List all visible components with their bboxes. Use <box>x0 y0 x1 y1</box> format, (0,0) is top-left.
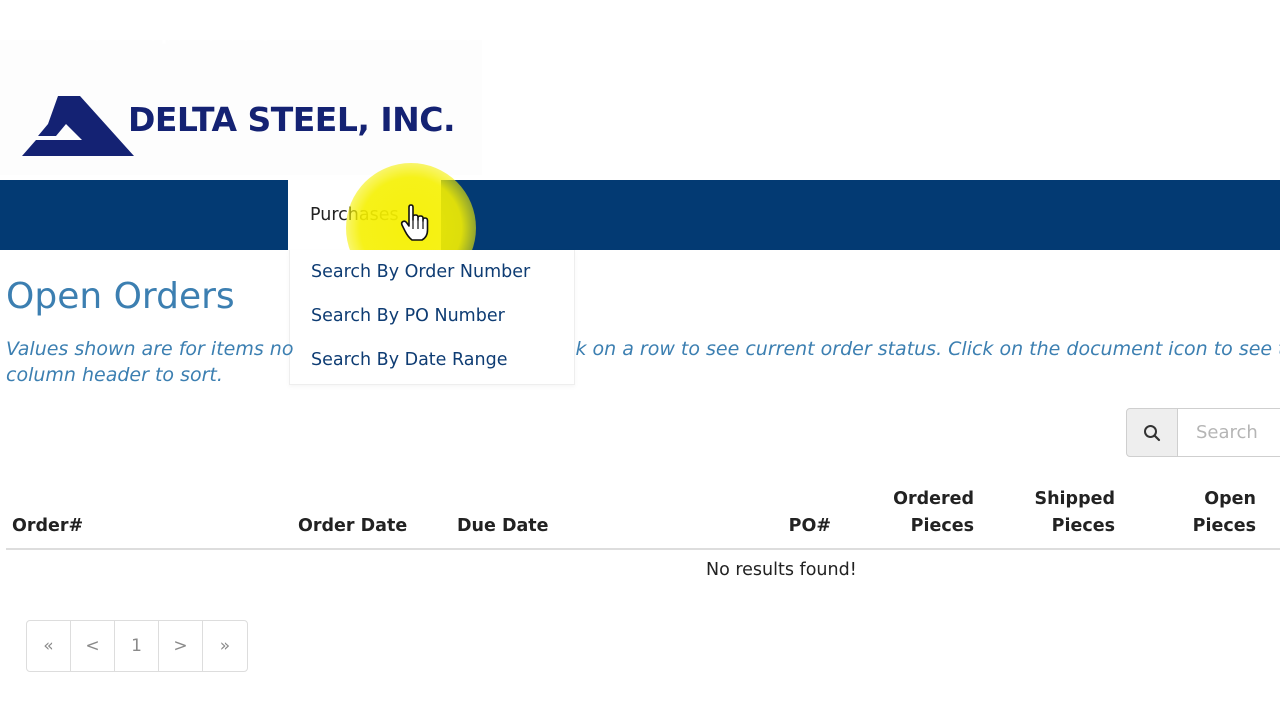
search-icon <box>1144 425 1161 442</box>
nav-leed[interactable]: LEED <box>718 0 779 70</box>
menu-item-search-by-po-number[interactable]: Search By PO Number <box>311 306 505 326</box>
nav-home[interactable]: Home <box>46 0 103 70</box>
column-header-order-number[interactable]: Order# <box>12 513 83 540</box>
brand-name[interactable]: DELTA STEEL, INC. <box>128 100 456 139</box>
column-header-order-date[interactable]: Order Date <box>298 513 407 540</box>
shipped-pieces-line2: Pieces <box>1051 516 1115 536</box>
shipped-pieces-line1: Shipped <box>1034 489 1115 509</box>
ordered-pieces-line2: Pieces <box>910 516 974 536</box>
nav-mtr[interactable]: MTR <box>621 0 675 70</box>
empty-results-message: No results found! <box>706 560 857 580</box>
column-header-open-pieces[interactable]: Open Pieces <box>1193 486 1256 540</box>
nav-leed-label: LEED <box>718 25 768 45</box>
nav-account-info-label: Account Info <box>823 25 948 45</box>
nav-open-orders-label: Open Orders <box>146 25 271 45</box>
nav-shipments[interactable]: Shipments <box>462 0 578 70</box>
hand-cursor-icon <box>400 204 429 241</box>
column-header-ordered-pieces[interactable]: Ordered Pieces <box>893 486 974 540</box>
ordered-pieces-line1: Ordered <box>893 489 974 509</box>
pagination-page-button[interactable]: 1 <box>115 621 159 671</box>
nav-account-info[interactable]: Account Info <box>823 0 947 70</box>
nav-home-label: Home <box>46 25 103 45</box>
pagination-first-button[interactable]: « <box>27 621 71 671</box>
pagination-next-button[interactable]: > <box>159 621 203 671</box>
nav-shipments-label: Shipments <box>462 25 567 45</box>
nav-open-orders[interactable]: Open Orders <box>146 0 271 70</box>
intro-line-1a: Values shown are for items no <box>6 338 294 360</box>
page-title: Open Orders <box>6 276 235 317</box>
intro-line-1b: k on a row to see current order status. … <box>575 338 1280 360</box>
caret-down-icon <box>569 33 578 37</box>
nav-mtr-label: MTR <box>621 25 664 45</box>
menu-item-search-by-order-number[interactable]: Search By Order Number <box>311 262 530 282</box>
pagination-last-button[interactable]: » <box>203 621 247 671</box>
open-pieces-line2: Pieces <box>1192 516 1256 536</box>
intro-line-2: column header to sort. <box>6 364 223 386</box>
caret-down-icon <box>666 33 675 37</box>
pagination: « < 1 > » <box>26 620 248 672</box>
table-header-divider <box>6 548 1280 550</box>
column-header-po-number[interactable]: PO# <box>789 513 831 540</box>
column-header-shipped-pieces[interactable]: Shipped Pieces <box>1034 486 1115 540</box>
search-input[interactable] <box>1178 408 1280 457</box>
caret-down-icon <box>770 33 779 37</box>
main-navbar <box>0 180 1280 250</box>
intro-line-1: Values shown are for items no k on a row … <box>6 336 1280 362</box>
open-pieces-line1: Open <box>1204 489 1256 509</box>
search-button[interactable] <box>1126 408 1178 457</box>
intro-text: Values shown are for items no k on a row … <box>6 336 1280 388</box>
column-header-due-date[interactable]: Due Date <box>457 513 549 540</box>
pagination-previous-button[interactable]: < <box>71 621 115 671</box>
delta-triangle-logo-icon <box>22 96 134 156</box>
